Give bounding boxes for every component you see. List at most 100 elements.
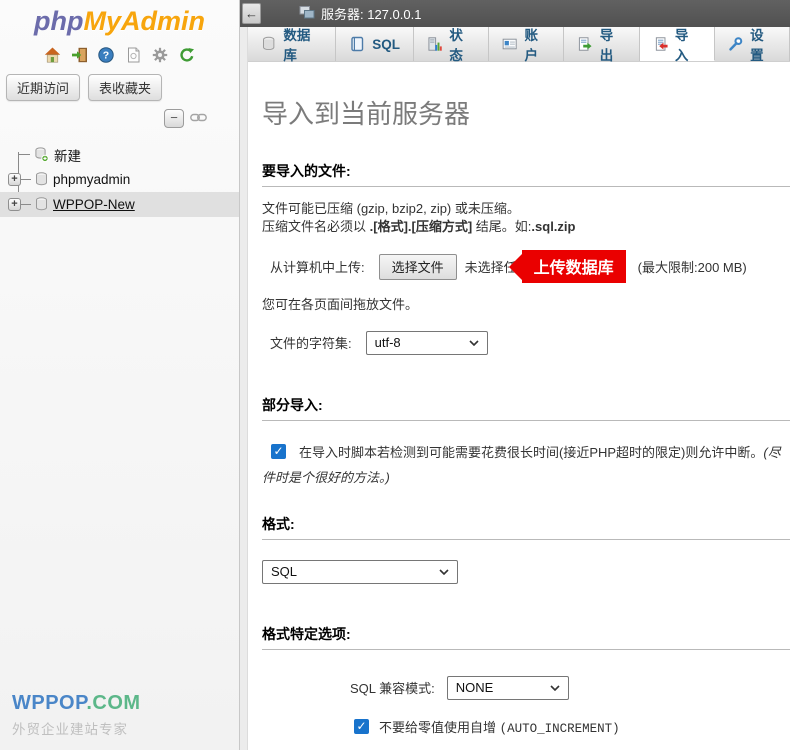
tab-status[interactable]: 状态	[414, 27, 489, 61]
documentation-icon[interactable]	[124, 46, 142, 63]
import-page: 导入到当前服务器 要导入的文件: 文件可能已压缩 (gzip, bzip2, z…	[248, 62, 790, 750]
tab-databases[interactable]: 数据库	[248, 27, 336, 61]
auto-increment-checkbox[interactable]: ✓	[354, 719, 369, 734]
export-tab-icon	[577, 36, 592, 52]
partial-import-legend: 部分导入:	[262, 395, 790, 421]
sql-tab-icon	[349, 36, 365, 52]
compression-hint-line1: 文件可能已压缩 (gzip, bzip2, zip) 或未压缩。	[262, 200, 790, 218]
allow-interrupt-note: 件时是个很好的方法。)	[262, 468, 790, 488]
format-row: SQL	[262, 560, 790, 584]
tab-export[interactable]: 导出	[564, 27, 639, 61]
chevron-down-icon	[550, 685, 560, 691]
page-title: 导入到当前服务器	[262, 94, 790, 131]
choose-file-button[interactable]: 选择文件	[379, 254, 457, 280]
sidebar-quick-buttons: 近期访问 表收藏夹	[0, 71, 239, 101]
recent-tables-button[interactable]: 近期访问	[6, 74, 80, 101]
new-database-icon	[34, 147, 49, 165]
format-options-legend: 格式特定选项:	[262, 624, 790, 650]
sql-compat-select[interactable]: NONE	[447, 676, 569, 700]
brand-name: WPPOP	[12, 692, 86, 714]
logout-icon[interactable]	[70, 46, 88, 63]
tree-item-phpmyadmin[interactable]: + phpmyadmin	[0, 167, 239, 192]
database-tab-icon	[261, 36, 276, 52]
favorite-tables-button[interactable]: 表收藏夹	[88, 74, 162, 101]
sidebar-toolbar: ?	[0, 37, 239, 71]
accounts-tab-icon	[502, 36, 517, 52]
tab-label: 状态	[449, 27, 475, 64]
expand-icon[interactable]: +	[8, 198, 21, 211]
sql-compat-value: NONE	[456, 680, 494, 695]
brand-suffix: .COM	[86, 692, 140, 714]
collapse-all-button[interactable]: −	[164, 109, 184, 128]
wppop-tagline: 外贸企业建站专家	[12, 718, 141, 738]
compression-hint: 文件可能已压缩 (gzip, bzip2, zip) 或未压缩。 压缩文件名必须…	[262, 200, 790, 236]
auto-increment-label: 不要给零值使用自增 (AUTO_INCREMENT)	[379, 718, 620, 739]
import-tab-icon	[653, 36, 668, 52]
compression-hint-line2: 压缩文件名必须以 .[格式].[压缩方式] 结尾。如:.sql.zip	[262, 218, 790, 236]
phpmyadmin-app: phpMyAdmin ? 近期访问 表收藏夹	[0, 0, 790, 750]
tab-label: 数据库	[283, 27, 322, 64]
home-icon[interactable]	[43, 46, 61, 63]
content-panel: 数据库 SQL 状态 账户	[248, 27, 790, 750]
charset-label: 文件的字符集:	[270, 333, 352, 352]
server-label: 服务器: 127.0.0.1	[321, 4, 421, 23]
tab-label: 账户	[525, 27, 551, 64]
help-icon[interactable]: ?	[97, 46, 115, 63]
settings-tab-icon	[728, 36, 743, 52]
navigation-sidebar: phpMyAdmin ? 近期访问 表收藏夹	[0, 0, 240, 750]
database-icon	[35, 197, 48, 214]
server-icon	[299, 5, 315, 23]
tab-sql[interactable]: SQL	[336, 27, 414, 61]
upload-database-annotation: 上传数据库	[522, 250, 626, 283]
charset-select[interactable]: utf-8	[366, 331, 488, 355]
tab-label: SQL	[372, 37, 400, 52]
tab-label: 设置	[750, 27, 776, 64]
allow-interrupt-label: 在导入时脚本若检测到可能需要花费很长时间(接近PHP超时的限定)则允许中断。(尽	[299, 443, 781, 463]
link-with-main-icon[interactable]	[190, 111, 207, 126]
tab-label: 导出	[600, 27, 626, 64]
auto-increment-row: ✓ 不要给零值使用自增 (AUTO_INCREMENT)	[354, 718, 790, 739]
phpmyadmin-logo[interactable]: phpMyAdmin	[0, 0, 239, 37]
tab-user-accounts[interactable]: 账户	[489, 27, 564, 61]
tab-label: 导入	[675, 27, 701, 64]
format-legend: 格式:	[262, 514, 790, 540]
server-breadcrumb[interactable]: 服务器: 127.0.0.1	[299, 4, 421, 23]
main-area: ← 服务器: 127.0.0.1 数据库 SQL	[240, 0, 790, 750]
file-to-import-legend: 要导入的文件:	[262, 161, 790, 187]
database-tree: 新建 + phpmyadmin + WPPOP-New	[0, 142, 239, 217]
sql-compat-row: SQL 兼容模式: NONE	[350, 676, 790, 700]
sql-compat-label: SQL 兼容模式:	[350, 678, 435, 697]
chevron-down-icon	[469, 340, 479, 346]
allow-interrupt-checkbox[interactable]: ✓	[271, 444, 286, 459]
tree-item-label: 新建	[54, 145, 81, 165]
upload-label: 从计算机中上传:	[270, 257, 365, 276]
charset-value: utf-8	[375, 335, 401, 350]
tree-item-new-database[interactable]: 新建	[0, 142, 239, 167]
tree-item-wppop-new[interactable]: + WPPOP-New	[0, 192, 239, 217]
tree-controls: −	[0, 101, 239, 132]
expand-icon[interactable]: +	[8, 173, 21, 186]
charset-row: 文件的字符集: utf-8	[262, 331, 790, 355]
max-size-text: (最大限制:200 MB)	[638, 257, 747, 276]
svg-text:?: ?	[103, 49, 109, 61]
logo-php: php	[34, 6, 83, 36]
tree-item-label: phpmyadmin	[53, 172, 130, 187]
settings-icon[interactable]	[151, 46, 169, 63]
panel-resize-handle[interactable]	[240, 27, 248, 750]
format-select[interactable]: SQL	[262, 560, 458, 584]
chevron-down-icon	[439, 569, 449, 575]
database-icon	[35, 172, 48, 189]
tab-import[interactable]: 导入	[640, 27, 715, 61]
wppop-watermark: WPPOP.COM 外贸企业建站专家	[0, 692, 141, 738]
tab-settings[interactable]: 设置	[715, 27, 790, 61]
reload-icon[interactable]	[178, 46, 196, 63]
logo-myadmin: MyAdmin	[83, 6, 205, 36]
main-tabbar: 数据库 SQL 状态 账户	[248, 27, 790, 62]
server-topbar: ← 服务器: 127.0.0.1	[240, 0, 790, 27]
status-tab-icon	[427, 36, 442, 52]
allow-interrupt-row: ✓ 在导入时脚本若检测到可能需要花费很长时间(接近PHP超时的限定)则允许中断。…	[262, 443, 790, 463]
tree-item-label: WPPOP-New	[53, 197, 135, 212]
upload-row: 从计算机中上传: 选择文件 未选择任何文件 上传数据库 (最大限制:200 MB…	[262, 250, 790, 283]
format-value: SQL	[271, 564, 297, 579]
collapse-sidebar-button[interactable]: ←	[242, 3, 261, 24]
